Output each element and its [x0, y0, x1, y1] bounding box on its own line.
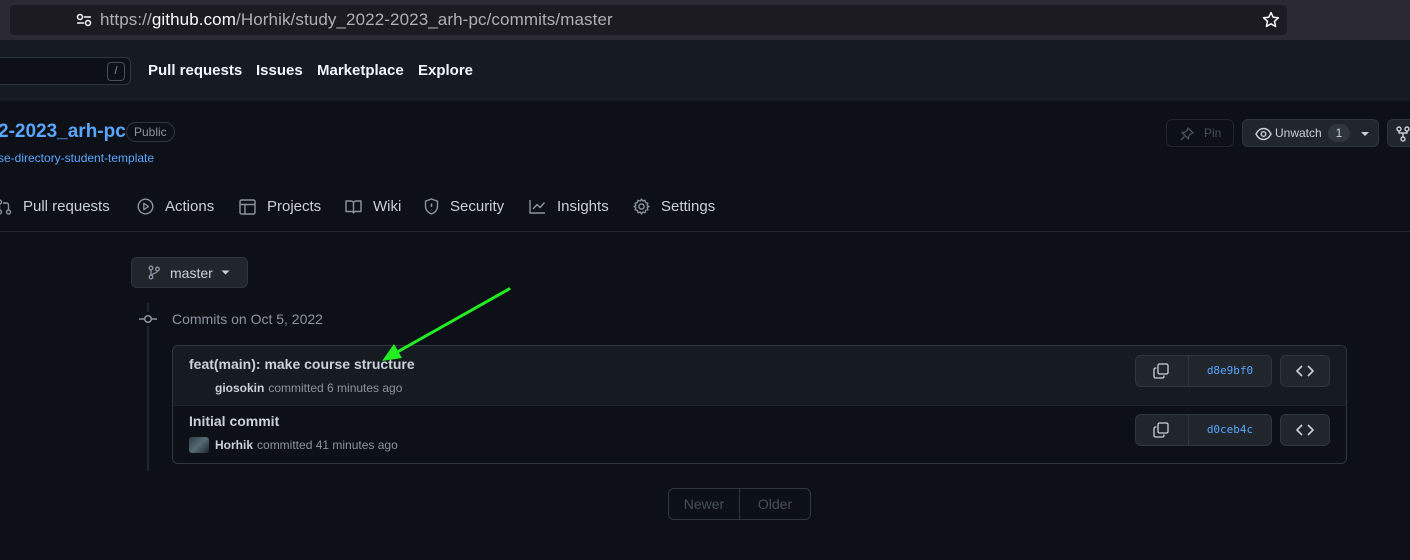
- url-path: /Horhik/study_2022-2023_arh-pc/commits/m…: [236, 10, 613, 29]
- browse-files-button[interactable]: [1280, 414, 1330, 446]
- timeline-line: [147, 303, 149, 471]
- table-icon: [239, 198, 256, 215]
- code-icon: [1296, 365, 1314, 377]
- pin-button[interactable]: Pin: [1166, 119, 1234, 147]
- search-input[interactable]: /: [0, 57, 131, 85]
- search-shortcut-key: /: [107, 62, 125, 81]
- gear-icon: [633, 198, 650, 215]
- code-icon: [1296, 424, 1314, 436]
- pull-request-icon: [0, 198, 12, 215]
- commits-list: feat(main): make course structure giosok…: [172, 345, 1347, 464]
- tab-actions[interactable]: Actions: [137, 198, 214, 215]
- newer-button[interactable]: Newer: [669, 489, 740, 519]
- commits-date-heading: Commits on Oct 5, 2022: [172, 311, 323, 327]
- fork-icon: [1396, 126, 1410, 142]
- tab-settings[interactable]: Settings: [633, 198, 715, 215]
- tab-label: Pull requests: [23, 198, 110, 215]
- copy-sha-button[interactable]: [1135, 355, 1189, 387]
- unwatch-button[interactable]: Unwatch 1: [1242, 119, 1379, 147]
- avatar[interactable]: [189, 380, 209, 396]
- tab-pull-requests[interactable]: Pull requests: [0, 198, 110, 215]
- tab-label: Projects: [267, 198, 322, 215]
- pin-icon: [1180, 127, 1194, 141]
- tab-insights[interactable]: Insights: [529, 198, 609, 215]
- avatar[interactable]: [189, 437, 209, 453]
- tab-label: Security: [450, 198, 505, 215]
- branch-label: master: [170, 264, 213, 281]
- url-prefix: https://: [100, 10, 152, 29]
- commit-sha-link[interactable]: d0ceb4c: [1188, 414, 1272, 446]
- older-button[interactable]: Older: [740, 489, 810, 519]
- visibility-badge: Public: [126, 122, 175, 142]
- template-source-link[interactable]: se-directory-student-template: [0, 151, 154, 165]
- url-text[interactable]: https://github.com/Horhik/study_2022-202…: [100, 10, 613, 30]
- book-icon: [345, 200, 362, 214]
- chevron-down-icon: [221, 270, 230, 275]
- copy-sha-button[interactable]: [1135, 414, 1189, 446]
- github-header: / Pull requests Issues Marketplace Explo…: [0, 40, 1410, 101]
- nav-divider: [0, 231, 1410, 232]
- tab-label: Settings: [661, 198, 716, 215]
- copy-icon: [1153, 363, 1169, 379]
- tab-security[interactable]: Security: [424, 198, 504, 215]
- tab-label: Actions: [165, 198, 215, 215]
- unwatch-label: Unwatch: [1275, 126, 1322, 140]
- pagination: Newer Older: [668, 488, 811, 520]
- header-link-explore[interactable]: Explore: [418, 62, 473, 79]
- commit-icon: [138, 312, 158, 326]
- permissions-icon[interactable]: [76, 13, 92, 27]
- fork-button[interactable]: [1387, 119, 1410, 147]
- bookmark-star-icon[interactable]: [1262, 11, 1280, 29]
- browser-toolbar: https://github.com/Horhik/study_2022-202…: [0, 0, 1410, 40]
- browse-files-button[interactable]: [1280, 355, 1330, 387]
- commit-author-link[interactable]: Horhik: [215, 438, 253, 452]
- tab-label: Wiki: [373, 198, 402, 215]
- branch-icon: [148, 265, 160, 280]
- tab-label: Insights: [557, 198, 609, 215]
- commit-sha-link[interactable]: d8e9bf0: [1188, 355, 1272, 387]
- eye-icon: [1255, 127, 1272, 141]
- header-link-marketplace[interactable]: Marketplace: [317, 62, 404, 79]
- commit-author-link[interactable]: giosokin: [215, 381, 264, 395]
- repo-name-link[interactable]: 2-2023_arh-pc: [0, 121, 126, 143]
- annotation-arrow-icon: [382, 287, 511, 361]
- commit-time: committed 6 minutes ago: [268, 381, 403, 395]
- commit-title-link[interactable]: Initial commit: [189, 413, 279, 429]
- tab-wiki[interactable]: Wiki: [345, 198, 401, 215]
- chevron-down-icon: [1361, 132, 1369, 136]
- graph-icon: [529, 200, 546, 214]
- pin-label: Pin: [1204, 126, 1222, 140]
- play-icon: [137, 198, 154, 215]
- commit-time: committed 41 minutes ago: [257, 438, 398, 452]
- url-domain: github.com: [151, 10, 236, 29]
- branch-selector[interactable]: master: [131, 257, 248, 288]
- commit-meta: Horhik committed 41 minutes ago: [189, 437, 398, 453]
- header-link-issues[interactable]: Issues: [256, 62, 303, 79]
- copy-icon: [1153, 422, 1169, 438]
- commit-row: Initial commit Horhik committed 41 minut…: [173, 406, 1346, 464]
- commit-meta: giosokin committed 6 minutes ago: [189, 380, 402, 396]
- tab-projects[interactable]: Projects: [239, 198, 321, 215]
- watch-count: 1: [1328, 124, 1350, 142]
- shield-icon: [424, 198, 439, 215]
- commit-row: feat(main): make course structure giosok…: [173, 346, 1346, 406]
- header-link-pull-requests[interactable]: Pull requests: [148, 62, 242, 79]
